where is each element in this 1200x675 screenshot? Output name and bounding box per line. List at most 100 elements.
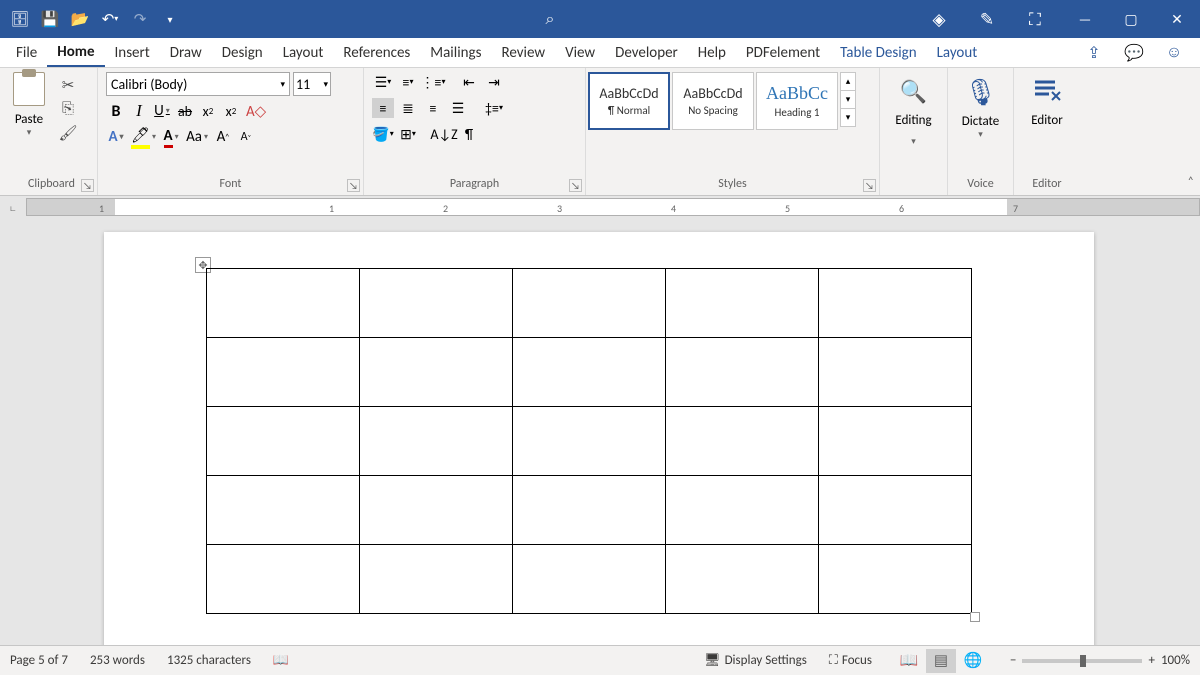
table-row[interactable] xyxy=(207,407,972,476)
zoom-out-button[interactable]: − xyxy=(1010,653,1016,668)
cut-icon[interactable]: ✂ xyxy=(56,76,80,94)
table-cell[interactable] xyxy=(360,476,513,545)
focus-mode-button[interactable]: ⛶Focus xyxy=(829,653,872,668)
zoom-thumb[interactable] xyxy=(1080,655,1086,667)
sort-button[interactable]: A↓Z xyxy=(433,124,455,144)
tab-help[interactable]: Help xyxy=(688,38,736,67)
style-normal[interactable]: AaBbCcDd ¶ Normal xyxy=(588,72,670,130)
premium-icon[interactable]: ◈ xyxy=(916,0,962,38)
table-cell[interactable] xyxy=(207,269,360,338)
paste-button[interactable]: Paste ▾ xyxy=(6,72,52,142)
italic-button[interactable]: I xyxy=(129,100,149,122)
table-cell[interactable] xyxy=(360,269,513,338)
table-cell[interactable] xyxy=(513,338,666,407)
shading-button[interactable]: 🪣▾ xyxy=(372,124,394,144)
tab-review[interactable]: Review xyxy=(491,38,555,67)
comments-button[interactable]: 💬 xyxy=(1116,40,1152,66)
style-no-spacing[interactable]: AaBbCcDd No Spacing xyxy=(672,72,754,130)
table-cell[interactable] xyxy=(360,338,513,407)
table-cell[interactable] xyxy=(513,545,666,614)
document-table[interactable] xyxy=(206,268,972,614)
zoom-level[interactable]: 100% xyxy=(1161,653,1190,668)
print-layout-button[interactable]: ▤ xyxy=(926,649,956,673)
zoom-in-button[interactable]: + xyxy=(1148,653,1154,668)
tab-selector[interactable]: ∟ xyxy=(0,196,26,218)
table-row[interactable] xyxy=(207,269,972,338)
zoom-slider[interactable] xyxy=(1022,659,1142,663)
group-editing[interactable]: 🔍 Editing ▾ xyxy=(880,68,948,195)
strikethrough-button[interactable]: ab xyxy=(175,100,195,122)
table-cell[interactable] xyxy=(666,407,819,476)
font-dialog-launcher[interactable]: ↘ xyxy=(347,179,360,192)
tab-draw[interactable]: Draw xyxy=(160,38,212,67)
table-cell[interactable] xyxy=(207,545,360,614)
clear-formatting-button[interactable]: A◇ xyxy=(244,100,268,122)
horizontal-ruler[interactable]: 1 1 2 3 4 5 6 7 xyxy=(26,198,1200,216)
styles-dialog-launcher[interactable]: ↘ xyxy=(863,179,876,192)
show-hide-button[interactable]: ¶ xyxy=(458,124,480,144)
maximize-button[interactable]: ▢ xyxy=(1108,0,1154,38)
table-cell[interactable] xyxy=(819,476,972,545)
read-mode-button[interactable]: 📖 xyxy=(894,649,924,673)
change-case-button[interactable]: Aa▾ xyxy=(184,126,210,148)
redo-icon[interactable]: ↷ xyxy=(126,5,154,33)
collapse-ribbon-button[interactable]: ˄ xyxy=(1188,175,1194,189)
char-count[interactable]: 1325 characters xyxy=(167,653,251,668)
table-cell[interactable] xyxy=(513,407,666,476)
open-icon[interactable]: 📂 xyxy=(66,5,94,33)
multilevel-list-button[interactable]: ⋮≡▾ xyxy=(422,72,444,92)
styles-gallery-expand[interactable]: ▾ xyxy=(840,108,856,127)
table-row[interactable] xyxy=(207,338,972,407)
table-cell[interactable] xyxy=(666,545,819,614)
minimize-button[interactable]: — xyxy=(1062,0,1108,38)
table-cell[interactable] xyxy=(819,269,972,338)
qat-more-icon[interactable]: ▾ xyxy=(156,5,184,33)
tab-table-design[interactable]: Table Design xyxy=(830,38,926,67)
table-cell[interactable] xyxy=(513,269,666,338)
borders-button[interactable]: ⊞▾ xyxy=(397,124,419,144)
tab-context-layout[interactable]: Layout xyxy=(927,38,988,67)
subscript-button[interactable]: x2 xyxy=(198,100,218,122)
editor-button[interactable]: Editor xyxy=(1031,76,1063,128)
dictate-button[interactable]: 🎙 Dictate ▾ xyxy=(962,76,999,140)
copy-icon[interactable]: ⎘ xyxy=(56,100,80,118)
styles-scroll-up[interactable]: ▴ xyxy=(840,72,856,91)
close-button[interactable]: ✕ xyxy=(1154,0,1200,38)
table-cell[interactable] xyxy=(360,407,513,476)
undo-icon[interactable]: ↶▾ xyxy=(96,5,124,33)
autosave-icon[interactable]: 🗄 xyxy=(6,5,34,33)
font-size-selector[interactable]: 11▾ xyxy=(293,72,331,96)
table-cell[interactable] xyxy=(513,476,666,545)
page-indicator[interactable]: Page 5 of 7 xyxy=(10,653,68,668)
table-row[interactable] xyxy=(207,545,972,614)
share-button[interactable]: ⇪ xyxy=(1076,40,1112,66)
table-cell[interactable] xyxy=(819,338,972,407)
highlight-button[interactable]: 🖊▾ xyxy=(129,126,158,148)
table-cell[interactable] xyxy=(666,269,819,338)
bold-button[interactable]: B xyxy=(106,100,126,122)
underline-button[interactable]: U▾ xyxy=(152,100,172,122)
shrink-font-button[interactable]: A˅ xyxy=(236,126,256,148)
word-count[interactable]: 253 words xyxy=(90,653,145,668)
increase-indent-button[interactable]: ⇥ xyxy=(483,72,505,92)
tab-developer[interactable]: Developer xyxy=(605,38,688,67)
font-family-selector[interactable]: Calibri (Body)▾ xyxy=(106,72,290,96)
table-cell[interactable] xyxy=(360,545,513,614)
table-cell[interactable] xyxy=(666,476,819,545)
text-effects-button[interactable]: A▾ xyxy=(106,126,126,148)
paragraph-dialog-launcher[interactable]: ↘ xyxy=(569,179,582,192)
bullets-button[interactable]: ☰▾ xyxy=(372,72,394,92)
table-cell[interactable] xyxy=(819,407,972,476)
tab-mailings[interactable]: Mailings xyxy=(420,38,491,67)
drawmode-icon[interactable]: ✎ xyxy=(964,0,1010,38)
superscript-button[interactable]: x2 xyxy=(221,100,241,122)
tab-layout[interactable]: Layout xyxy=(273,38,334,67)
search-icon[interactable]: ⌕ xyxy=(533,2,567,36)
styles-scroll-down[interactable]: ▾ xyxy=(840,90,856,109)
save-icon[interactable]: 💾 xyxy=(36,5,64,33)
tab-view[interactable]: View xyxy=(555,38,605,67)
tab-pdfelement[interactable]: PDFelement xyxy=(736,38,830,67)
align-right-button[interactable]: ≡ xyxy=(422,98,444,118)
line-spacing-button[interactable]: ‡≡▾ xyxy=(483,98,505,118)
format-painter-icon[interactable]: 🖌 xyxy=(56,124,80,142)
